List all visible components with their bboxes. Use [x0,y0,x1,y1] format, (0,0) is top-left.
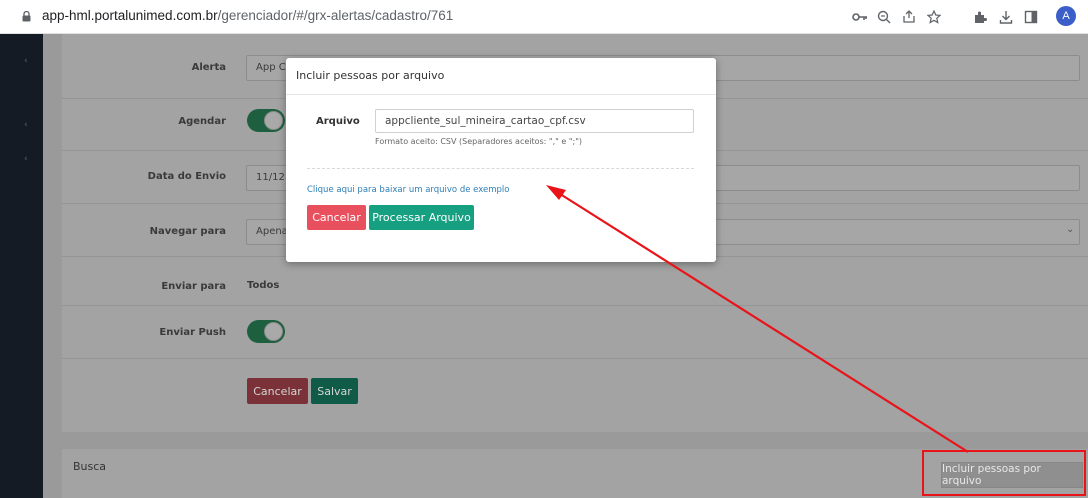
alerta-label: Alerta [191,62,226,73]
form-save-button[interactable]: Salvar [311,378,358,404]
modal-cancel-button[interactable]: Cancelar [307,205,366,230]
chevron-left-icon[interactable]: ‹ [24,154,28,164]
file-format-help: Formato aceito: CSV (Separadores aceitos… [375,137,583,146]
key-icon[interactable] [850,7,870,27]
import-modal [286,58,716,262]
zoom-icon[interactable] [874,7,894,27]
form-cancel-button[interactable]: Cancelar [247,378,308,404]
profile-avatar[interactable]: A [1056,6,1076,26]
lock-icon [22,11,31,22]
chevron-left-icon[interactable]: ‹ [24,120,28,130]
agendar-label: Agendar [178,116,226,127]
sidebar: ‹ ‹ ‹ [0,34,43,498]
modal-divider [286,94,716,95]
navegar-para-label: Navegar para [149,226,226,237]
agendar-toggle[interactable] [247,109,285,132]
chevron-left-icon[interactable]: ‹ [24,56,28,66]
file-input[interactable]: appcliente_sul_mineira_cartao_cpf.csv [375,109,694,133]
annotation-highlight-box [922,450,1086,496]
divider [62,305,1088,306]
download-icon[interactable] [996,7,1016,27]
enviar-para-value: Todos [247,280,280,291]
sidepanel-icon[interactable] [1021,7,1041,27]
enviar-push-toggle[interactable] [247,320,285,343]
chevron-down-icon[interactable]: ⌄ [1066,224,1074,235]
divider [62,358,1088,359]
busca-title: Busca [73,460,107,473]
download-example-link[interactable]: Clique aqui para baixar um arquivo de ex… [307,185,509,195]
data-envio-label: Data do Envio [147,171,226,182]
star-icon[interactable] [924,7,944,27]
address-bar[interactable]: app-hml.portalunimed.com.br/gerenciador/… [42,8,453,23]
extensions-icon[interactable] [970,7,990,27]
url-host: app-hml.portalunimed.com.br [42,8,218,23]
enviar-push-label: Enviar Push [159,327,226,338]
arquivo-label: Arquivo [316,116,360,127]
url-path: /gerenciador/#/grx-alertas/cadastro/761 [217,8,454,23]
browser-toolbar: app-hml.portalunimed.com.br/gerenciador/… [0,0,1088,34]
enviar-para-label: Enviar para [161,281,226,292]
dashed-divider [307,168,694,169]
share-icon[interactable] [899,7,919,27]
process-file-button[interactable]: Processar Arquivo [369,205,474,230]
modal-title: Incluir pessoas por arquivo [296,69,445,82]
